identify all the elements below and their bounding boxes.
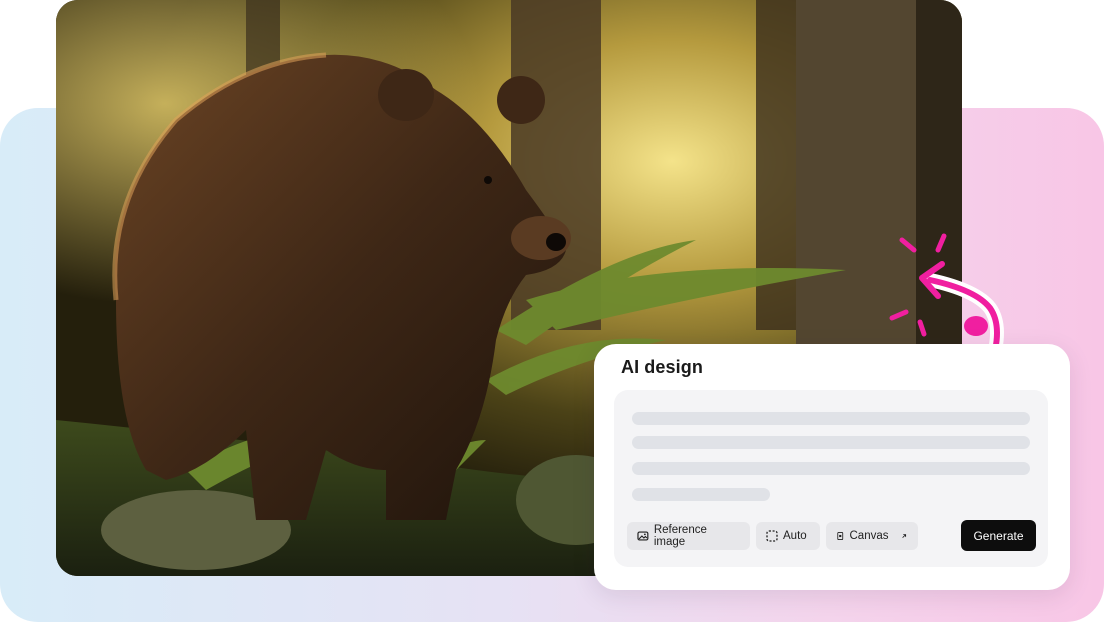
- ai-design-panel: AI design Reference image Auto Canvas Ge…: [594, 344, 1070, 590]
- canvas-button[interactable]: Canvas: [826, 522, 918, 550]
- auto-button[interactable]: Auto: [756, 522, 820, 550]
- prompt-input[interactable]: Reference image Auto Canvas Generate: [614, 390, 1048, 567]
- prompt-placeholder-line: [632, 436, 1030, 449]
- auto-label: Auto: [783, 530, 807, 542]
- canvas-label: Canvas: [849, 530, 889, 542]
- prompt-placeholder-line: [632, 462, 1030, 475]
- image-icon: [637, 531, 649, 541]
- prompt-placeholder-line: [632, 412, 1030, 425]
- prompt-placeholder-line: [632, 488, 770, 501]
- reference-image-button[interactable]: Reference image: [627, 522, 750, 550]
- dashed-square-icon: [766, 530, 778, 542]
- canvas-icon: [837, 532, 844, 540]
- generate-button[interactable]: Generate: [961, 520, 1036, 551]
- reference-image-label: Reference image: [653, 524, 707, 548]
- arrow-up-right-icon: [901, 534, 906, 538]
- panel-title: AI design: [621, 357, 703, 377]
